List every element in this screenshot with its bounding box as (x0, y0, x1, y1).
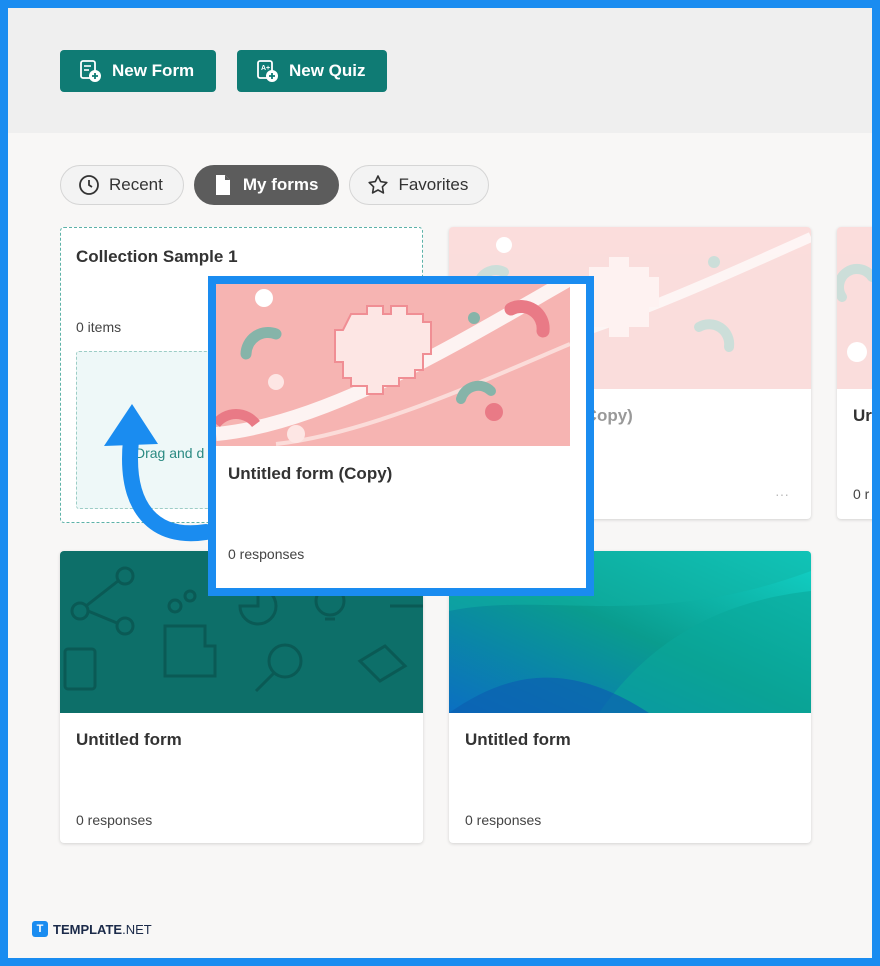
form-card-2-meta: 0 responses (465, 812, 542, 828)
form-card-partial-banner (837, 227, 872, 389)
dragged-card-meta: 0 responses (228, 546, 305, 562)
form-card-partial-meta: 0 r (853, 486, 870, 502)
tab-favorites-label: Favorites (398, 175, 469, 194)
dragged-card-banner (212, 272, 574, 446)
new-form-icon (76, 57, 104, 85)
tab-my-forms-label: My forms (242, 175, 319, 194)
tab-favorites[interactable]: Favorites (349, 165, 490, 205)
document-icon (211, 173, 235, 197)
collection-count: 0 items (76, 319, 122, 335)
tab-my-forms[interactable]: My forms (193, 165, 340, 205)
form-card-1-title: Untitled form (76, 730, 182, 749)
drag-direction-arrow-icon (96, 400, 216, 560)
new-form-label: New Form (112, 61, 195, 80)
collection-title: Collection Sample 1 (76, 247, 238, 266)
new-form-button[interactable]: New Form (60, 50, 216, 92)
form-card-partial-title: Ur (853, 406, 872, 425)
template-brand: TEMPLATE (53, 921, 123, 937)
dragged-card-title: Untitled form (Copy) (228, 464, 393, 483)
form-card-1-meta: 0 responses (76, 812, 153, 828)
clock-icon (77, 173, 101, 197)
tab-recent-label: Recent (109, 175, 163, 194)
star-icon (366, 173, 390, 197)
top-toolbar: New Form A+ New Quiz (8, 8, 872, 133)
new-quiz-button[interactable]: A+ New Quiz (237, 50, 387, 92)
template-watermark: T TEMPLATE .NET (32, 921, 152, 937)
tab-recent[interactable]: Recent (60, 165, 184, 205)
filter-tabs: Recent My forms Favorites (60, 165, 490, 205)
new-quiz-label: New Quiz (289, 61, 366, 80)
form-card-2-title: Untitled form (465, 730, 571, 749)
template-logo-icon: T (32, 921, 48, 937)
new-quiz-icon: A+ (253, 57, 281, 85)
more-options-icon[interactable]: ··· (775, 486, 789, 502)
dragged-form-card[interactable]: Untitled form (Copy) 0 responses (208, 272, 594, 596)
template-suffix: .NET (122, 921, 152, 937)
forms-app: New Form A+ New Quiz Recent My forms Fav… (8, 8, 872, 958)
form-card-partial[interactable]: Ur 0 r (837, 227, 872, 519)
